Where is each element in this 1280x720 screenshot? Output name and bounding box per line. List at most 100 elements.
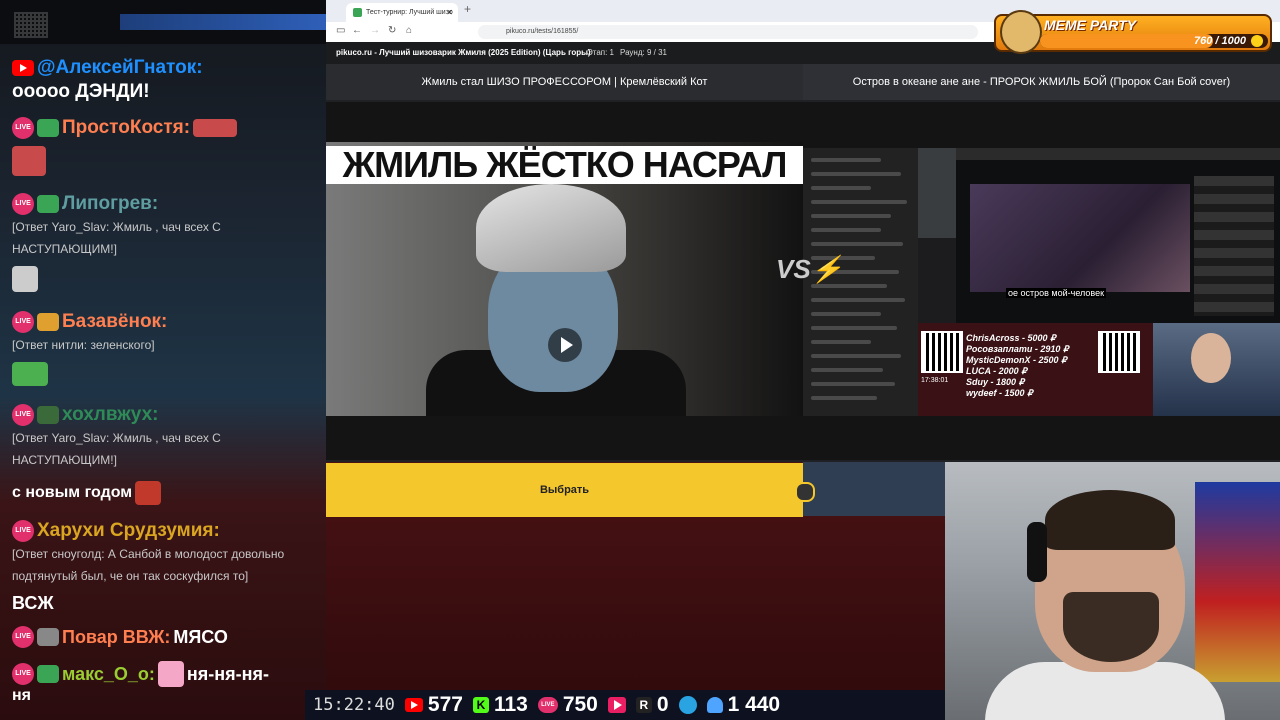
chat-username: ПростоКостя: [62, 117, 191, 138]
headset-icon [1027, 522, 1047, 582]
vk-video-icon [607, 697, 626, 713]
left-video-player[interactable]: ЖМИЛЬ ЖЁСТКО НАСРАЛ [326, 102, 803, 460]
cat-emote-icon [12, 266, 38, 292]
kick-icon: K [472, 697, 489, 713]
chat-message: с новым годом [12, 481, 312, 505]
vs-icon: VS⚡ [776, 254, 844, 284]
chat-reply: [Ответ сноуголд: А Санбой в молодост дов… [12, 547, 285, 583]
video-thumbnail [1153, 323, 1280, 416]
live-badge-icon: LIVE [12, 520, 34, 542]
chat-username: Липогрев: [62, 193, 159, 214]
chat-username: Харухи Срудзумия: [37, 520, 220, 541]
chat-username: @АлексейГнаток: [37, 57, 203, 78]
video-thumbnail [918, 148, 956, 238]
qr-code-icon [921, 331, 963, 373]
browser-window: Тест-турнир: Лучший шизо ✕ + ▭ ← → ↻ ⌂ p… [326, 0, 1280, 462]
round-label: Раунд: 9 / 31 [620, 48, 667, 57]
cursor-icon [795, 482, 815, 502]
new-tab-button[interactable]: + [464, 2, 471, 16]
santa-emote-icon [12, 146, 46, 176]
live-badge-icon: LIVE [12, 626, 34, 648]
video-thumbnail: ое остров мой-человек ChrisAcross - 5000… [803, 148, 1280, 416]
close-icon[interactable]: ✕ [446, 3, 453, 22]
viewers-icon [706, 697, 723, 713]
chat-message: LIVE Харухи Срудзумия: [Ответ сноуголд: … [12, 519, 312, 587]
youtube-icon [404, 698, 423, 712]
favicon-icon [353, 8, 362, 17]
chat-text: ВСЖ [12, 593, 54, 613]
viewers-count: 1 440 [727, 693, 781, 716]
choose-button[interactable]: Выбрать [326, 463, 803, 517]
url-input[interactable]: pikuco.ru/tests/161855/ [478, 25, 978, 39]
video-caption: ЖМИЛЬ ЖЁСТКО НАСРАЛ [326, 146, 803, 184]
emote-icon [37, 119, 59, 137]
donation-entry: Sduy - 1800 ₽ [966, 377, 1025, 387]
donation-entry: Росовзаплати - 2910 ₽ [966, 344, 1069, 354]
webcam-feed [945, 462, 1280, 720]
reload-icon[interactable]: ↻ [388, 25, 396, 36]
chat-reply: [Ответ Yaro_Slav: Жмиль , чач всех С НАС… [12, 220, 221, 256]
live-icon: LIVE [537, 697, 558, 713]
chat-message: LIVE Базавёнок: [Ответ нитли: зеленского… [12, 310, 312, 391]
youtube-icon [12, 60, 34, 76]
stream-time: 15:22:40 [313, 695, 395, 715]
live-badge-icon: LIVE [12, 663, 34, 685]
forward-icon[interactable]: → [370, 25, 380, 36]
back-icon[interactable]: ← [352, 25, 362, 36]
meme-progress-count: 760 / 1000 [1194, 35, 1246, 47]
emote-icon [37, 195, 59, 213]
video-thumbnail [476, 184, 626, 272]
pony-emote-icon [157, 661, 184, 687]
chat-username: Базавёнок: [62, 311, 168, 332]
live-badge-icon: LIVE [12, 404, 34, 426]
meme-progress-fill [1040, 34, 1214, 48]
doge-icon [1000, 10, 1042, 54]
chat-message: LIVE хохлвжух: [Ответ Yaro_Slav: Жмиль ,… [12, 403, 312, 471]
meme-progress-bar: 760 / 1000 [1040, 34, 1268, 48]
stage-label: Этап: 1 [587, 48, 614, 57]
rutube-count: 0 [656, 693, 669, 716]
sidebar-icon[interactable]: ▭ [336, 25, 345, 36]
chat-message: LIVE ПростоКостя: [12, 116, 312, 181]
chat-text: МЯСО [173, 627, 228, 647]
live-badge-icon: LIVE [12, 193, 34, 215]
emote-icon [37, 313, 59, 331]
chat-text: ня-ня-ня- [186, 664, 269, 684]
web-page: pikuco.ru - Лучший шизоварик Жмиля (2025… [326, 42, 1280, 462]
tab-title: Тест-турнир: Лучший шизо [366, 9, 453, 16]
emote-icon [37, 406, 59, 424]
coin-icon [1251, 35, 1263, 47]
right-video-title: Остров в океане ане ане - ПРОРОК ЖМИЛЬ Б… [803, 64, 1280, 100]
emote-icon [37, 665, 59, 683]
emote-icon [37, 628, 59, 646]
right-video-player[interactable]: ое остров мой-человек ChrisAcross - 5000… [803, 102, 1280, 460]
chat-reply: [Ответ Yaro_Slav: Жмиль , чач всех С НАС… [12, 431, 221, 467]
chat-text: ня [12, 687, 31, 704]
youtube-count: 577 [427, 693, 463, 716]
qr-code-icon [1098, 331, 1140, 373]
chat-text: ооооо ДЭНДИ! [12, 81, 150, 102]
left-video-title: Жмиль стал ШИЗО ПРОФЕССОРОМ | Кремлёвски… [326, 64, 803, 100]
rutube-icon: R [635, 697, 652, 713]
donation-entry: wydeef - 1500 ₽ [966, 388, 1033, 398]
donation-time: 17:38:01 [921, 377, 949, 384]
video-subtitle: ое остров мой-человек [1006, 288, 1107, 298]
chat-username: хохлвжух: [62, 404, 159, 425]
live-count: 750 [562, 693, 598, 716]
play-icon[interactable] [548, 328, 582, 362]
chat-message: LIVE Липогрев: [Ответ Yaro_Slav: Жмиль ,… [12, 192, 312, 297]
browser-tab[interactable]: Тест-турнир: Лучший шизо ✕ [346, 3, 458, 22]
stats-bar: 15:22:40 577 K 113 LIVE 750 R0 1 440 [305, 690, 945, 720]
santa-emote-icon [193, 119, 238, 137]
chat-header [0, 0, 326, 44]
santa-emote-icon [135, 481, 162, 505]
donation-entry: LUCA - 2000 ₽ [966, 366, 1027, 376]
home-icon[interactable]: ⌂ [406, 25, 412, 36]
live-badge-icon: LIVE [12, 117, 34, 139]
donation-entry: MysticDemonX - 2500 ₽ [966, 355, 1067, 365]
donation-panel: ChrisAcross - 5000 ₽ Росовзаплати - 2910… [918, 323, 1153, 416]
chat-text: с новым годом [12, 484, 133, 501]
live-badge-icon: LIVE [12, 311, 34, 333]
kick-count: 113 [493, 693, 528, 716]
chat-message: @АлексейГнаток: ооооо ДЭНДИ! [12, 56, 312, 104]
